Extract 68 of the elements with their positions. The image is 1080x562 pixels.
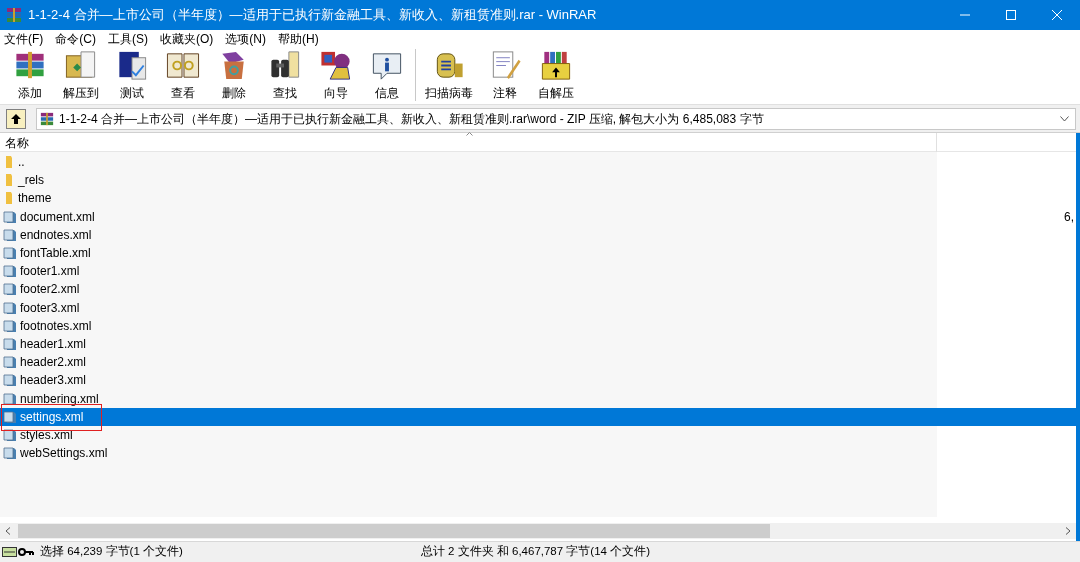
file-icon xyxy=(3,282,17,297)
menu-item[interactable]: 文件(F) xyxy=(0,30,48,48)
file-icon xyxy=(3,264,17,279)
file-icon xyxy=(3,427,17,442)
toolbar-button[interactable]: 向导 xyxy=(310,48,361,102)
horizontal-scrollbar[interactable] xyxy=(0,523,1076,539)
toolbar-button[interactable]: 信息 xyxy=(361,48,412,102)
scroll-left-icon xyxy=(4,527,12,535)
toolbar-button[interactable]: 添加 xyxy=(4,48,55,102)
toolbar-button[interactable]: 查找 xyxy=(259,48,310,102)
file-row[interactable]: .. xyxy=(0,153,1076,172)
file-row[interactable]: footer2.xml xyxy=(0,280,1076,299)
file-icon xyxy=(3,355,17,370)
table-cell-text: 6, xyxy=(1064,208,1074,226)
file-row[interactable]: footer3.xml xyxy=(0,298,1076,317)
folder-icon xyxy=(5,173,15,188)
menu-item[interactable]: 帮助(H) xyxy=(274,30,323,48)
file-icon xyxy=(3,391,17,406)
file-row[interactable]: endnotes.xml xyxy=(0,225,1076,244)
file-row[interactable]: numbering.xml xyxy=(0,389,1076,408)
file-icon xyxy=(3,318,17,333)
file-row[interactable]: fontTable.xml xyxy=(0,243,1076,263)
menu-item[interactable]: 选项(N) xyxy=(221,30,270,48)
toolbar-button[interactable]: 解压到 xyxy=(55,48,106,102)
file-row[interactable]: header2.xml xyxy=(0,353,1076,372)
status-text: 选择 64,239 字节(1 个文件) xyxy=(40,544,183,560)
file-icon xyxy=(3,246,17,261)
file-row[interactable]: footnotes.xml xyxy=(0,316,1076,335)
menu-item[interactable]: 工具(S) xyxy=(104,30,152,48)
file-row[interactable]: header3.xml xyxy=(0,371,1076,390)
up-arrow-icon xyxy=(10,112,22,125)
folder-icon xyxy=(5,191,15,206)
up-folder-button[interactable] xyxy=(6,108,26,129)
file-icon xyxy=(3,409,17,424)
dropdown-icon xyxy=(1060,115,1069,122)
toolbar-button[interactable]: 注释 xyxy=(479,48,530,102)
file-icon xyxy=(3,373,17,388)
scroll-right-icon xyxy=(1064,527,1072,535)
file-icon xyxy=(3,300,17,315)
file-row[interactable]: header1.xml xyxy=(0,334,1076,354)
file-icon xyxy=(3,227,17,242)
toolbar-button[interactable]: 测试 xyxy=(106,48,157,102)
toolbar-button[interactable]: 删除 xyxy=(208,48,259,102)
archive-icon xyxy=(40,111,54,126)
file-icon xyxy=(3,446,17,461)
menu-item[interactable]: 收藏夹(O) xyxy=(156,30,218,48)
folder-icon xyxy=(5,155,15,170)
file-row[interactable]: document.xml 6, xyxy=(0,207,1076,226)
window-title: 1-1-2-4 合并—上市公司（半年度）—适用于已执行新金融工具、新收入、新租赁准则.rar - WinRAR xyxy=(28,6,597,25)
file-row[interactable]: theme xyxy=(0,189,1076,208)
file-row[interactable]: _rels xyxy=(0,171,1076,190)
file-row[interactable]: footer1.xml xyxy=(0,262,1076,281)
toolbar-button[interactable]: 查看 xyxy=(157,48,208,102)
file-icon xyxy=(3,209,17,224)
address-field[interactable]: 1-1-2-4 合并—上市公司（半年度）—适用于已执行新金融工具、新收入、新租赁准则.rar\word - ZIP 压缩, 解包大小为 6,485,083 字节 xyxy=(36,107,1076,130)
toolbar-button[interactable]: 扫描病毒 xyxy=(419,48,479,102)
close-icon xyxy=(1052,10,1062,20)
maximize-icon xyxy=(1006,10,1016,20)
file-row[interactable]: settings.xml xyxy=(0,407,1076,426)
file-row[interactable]: styles.xml xyxy=(0,425,1076,444)
drive-key-icon xyxy=(2,546,34,558)
toolbar-button[interactable]: 自解压 xyxy=(530,48,581,102)
menu-item[interactable]: 命令(C) xyxy=(51,30,100,48)
file-icon xyxy=(3,336,17,351)
file-row[interactable]: webSettings.xml xyxy=(0,444,1076,463)
scrollbar-thumb[interactable] xyxy=(18,524,770,538)
status-text: 总计 2 文件夹 和 6,467,787 字节(14 个文件) xyxy=(420,544,650,560)
archive-icon xyxy=(6,7,22,23)
